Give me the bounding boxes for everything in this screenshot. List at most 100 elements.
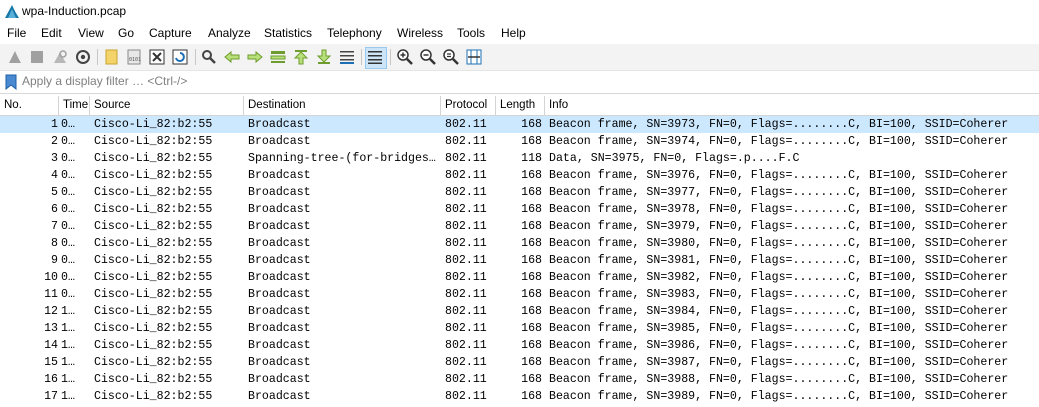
capture-options-icon[interactable]: [74, 48, 92, 66]
zoom-out-icon[interactable]: [419, 48, 437, 66]
packet-time: 1…: [61, 373, 75, 386]
packet-no: 5: [51, 186, 58, 199]
packet-time: 1…: [61, 322, 75, 335]
column-header-destination[interactable]: Destination: [244, 96, 441, 115]
packet-length: 168: [521, 186, 542, 199]
packet-source: Cisco-Li_82:b2:55: [94, 152, 213, 165]
packet-row[interactable]: 12 1… Cisco-Li_82:b2:55 Broadcast 802.11 168 B…: [0, 303, 1039, 320]
close-file-icon[interactable]: [148, 48, 166, 66]
zoom-in-icon[interactable]: [396, 48, 414, 66]
go-back-icon[interactable]: [223, 48, 241, 66]
bookmark-icon[interactable]: [4, 74, 18, 91]
packet-destination: Broadcast: [248, 373, 311, 386]
column-header-no[interactable]: No.: [0, 96, 59, 115]
packet-row[interactable]: 10 0… Cisco-Li_82:b2:55 Broadcast 802.11 168 B…: [0, 269, 1039, 286]
packet-row[interactable]: 6 0… Cisco-Li_82:b2:55 Broadcast 802.11 168 Be…: [0, 201, 1039, 218]
packet-protocol: 802.11: [445, 271, 487, 284]
packet-info: Beacon frame, SN=3973, FN=0, Flags=.....…: [549, 118, 1009, 131]
packet-time: 0…: [61, 186, 75, 199]
stop-capture-icon[interactable]: [28, 48, 46, 66]
reload-file-icon[interactable]: [171, 48, 189, 66]
packet-info: Beacon frame, SN=3988, FN=0, Flags=.....…: [549, 373, 1009, 386]
packet-time: 0…: [61, 271, 75, 284]
packet-row[interactable]: 14 1… Cisco-Li_82:b2:55 Broadcast 802.11 168 B…: [0, 337, 1039, 354]
packet-row[interactable]: 16 1… Cisco-Li_82:b2:55 Broadcast 802.11 168 B…: [0, 371, 1039, 388]
packet-list: 1 0… Cisco-Li_82:b2:55 Broadcast 802.11 168 Be…: [0, 116, 1039, 405]
menu-wireless[interactable]: Wireless: [397, 26, 443, 40]
menu-statistics[interactable]: Statistics: [264, 26, 312, 40]
packet-destination: Broadcast: [248, 288, 311, 301]
colorize-icon[interactable]: [365, 47, 387, 69]
packet-row[interactable]: 15 1… Cisco-Li_82:b2:55 Broadcast 802.11 168 B…: [0, 354, 1039, 371]
packet-row[interactable]: 11 0… Cisco-Li_82:b2:55 Broadcast 802.11 168 B…: [0, 286, 1039, 303]
packet-time: 0…: [61, 203, 75, 216]
packet-time: 0…: [61, 237, 75, 250]
packet-row[interactable]: 3 0… Cisco-Li_82:b2:55 Spanning-tree-(for-b…: [0, 150, 1039, 167]
restart-capture-icon[interactable]: [51, 48, 69, 66]
menu-view[interactable]: View: [78, 26, 104, 40]
column-header-source[interactable]: Source: [90, 96, 244, 115]
packet-time: 0…: [61, 254, 75, 267]
menu-tools[interactable]: Tools: [457, 26, 485, 40]
packet-destination: Broadcast: [248, 169, 311, 182]
packet-row[interactable]: 9 0… Cisco-Li_82:b2:55 Broadcast 802.11 168 Be…: [0, 252, 1039, 269]
menu-telephony[interactable]: Telephony: [327, 26, 382, 40]
packet-info: Beacon frame, SN=3987, FN=0, Flags=.....…: [549, 356, 1009, 369]
packet-time: 0…: [61, 220, 75, 233]
start-capture-icon[interactable]: [6, 48, 24, 66]
packet-length: 168: [521, 322, 542, 335]
packet-length: 168: [521, 220, 542, 233]
auto-scroll-icon[interactable]: [338, 48, 356, 66]
zoom-normal-icon[interactable]: [442, 48, 460, 66]
menu-analyze[interactable]: Analyze: [208, 26, 251, 40]
packet-source: Cisco-Li_82:b2:55: [94, 203, 213, 216]
packet-row[interactable]: 4 0… Cisco-Li_82:b2:55 Broadcast 802.11 168 Be…: [0, 167, 1039, 184]
go-to-packet-icon[interactable]: [269, 48, 287, 66]
open-file-icon[interactable]: [103, 48, 121, 66]
menu-help[interactable]: Help: [501, 26, 526, 40]
packet-time: 1…: [61, 339, 75, 352]
packet-row[interactable]: 2 0… Cisco-Li_82:b2:55 Broadcast 802.11 168 Be…: [0, 133, 1039, 150]
column-header-info[interactable]: Info: [545, 96, 1039, 115]
packet-time: 0…: [61, 118, 75, 131]
column-header-protocol[interactable]: Protocol: [441, 96, 496, 115]
packet-time: 1…: [61, 356, 75, 369]
packet-length: 168: [521, 169, 542, 182]
menu-go[interactable]: Go: [118, 26, 134, 40]
packet-row[interactable]: 7 0… Cisco-Li_82:b2:55 Broadcast 802.11 168 Be…: [0, 218, 1039, 235]
packet-destination: Broadcast: [248, 390, 311, 403]
go-first-icon[interactable]: [292, 48, 310, 66]
resize-columns-icon[interactable]: [465, 48, 483, 66]
packet-protocol: 802.11: [445, 288, 487, 301]
packet-no: 16: [44, 373, 58, 386]
save-file-icon[interactable]: 0101: [125, 48, 143, 66]
packet-row[interactable]: 1 0… Cisco-Li_82:b2:55 Broadcast 802.11 168 Be…: [0, 116, 1039, 133]
packet-list-header: No. Time Source Destination Protocol Len…: [0, 96, 1039, 116]
packet-no: 13: [44, 322, 58, 335]
packet-source: Cisco-Li_82:b2:55: [94, 186, 213, 199]
display-filter-input[interactable]: [20, 73, 1032, 89]
packet-no: 9: [51, 254, 58, 267]
packet-no: 15: [44, 356, 58, 369]
packet-no: 6: [51, 203, 58, 216]
packet-length: 168: [521, 271, 542, 284]
column-header-time[interactable]: Time: [59, 96, 90, 115]
packet-row[interactable]: 13 1… Cisco-Li_82:b2:55 Broadcast 802.11 168 B…: [0, 320, 1039, 337]
packet-source: Cisco-Li_82:b2:55: [94, 288, 213, 301]
go-last-icon[interactable]: [315, 48, 333, 66]
packet-no: 10: [44, 271, 58, 284]
go-forward-icon[interactable]: [246, 48, 264, 66]
menu-capture[interactable]: Capture: [149, 26, 192, 40]
packet-row[interactable]: 17 1… Cisco-Li_82:b2:55 Broadcast 802.11 168 B…: [0, 388, 1039, 405]
menu-edit[interactable]: Edit: [41, 26, 62, 40]
packet-info: Beacon frame, SN=3978, FN=0, Flags=.....…: [549, 203, 1009, 216]
packet-row[interactable]: 8 0… Cisco-Li_82:b2:55 Broadcast 802.11 168 Be…: [0, 235, 1039, 252]
packet-info: Beacon frame, SN=3989, FN=0, Flags=.....…: [549, 390, 1009, 403]
packet-protocol: 802.11: [445, 203, 487, 216]
packet-destination: Broadcast: [248, 118, 311, 131]
menu-file[interactable]: File: [7, 26, 26, 40]
packet-row[interactable]: 5 0… Cisco-Li_82:b2:55 Broadcast 802.11 168 Be…: [0, 184, 1039, 201]
packet-time: 0…: [61, 288, 75, 301]
find-packet-icon[interactable]: [200, 48, 218, 66]
column-header-length[interactable]: Length: [496, 96, 545, 115]
